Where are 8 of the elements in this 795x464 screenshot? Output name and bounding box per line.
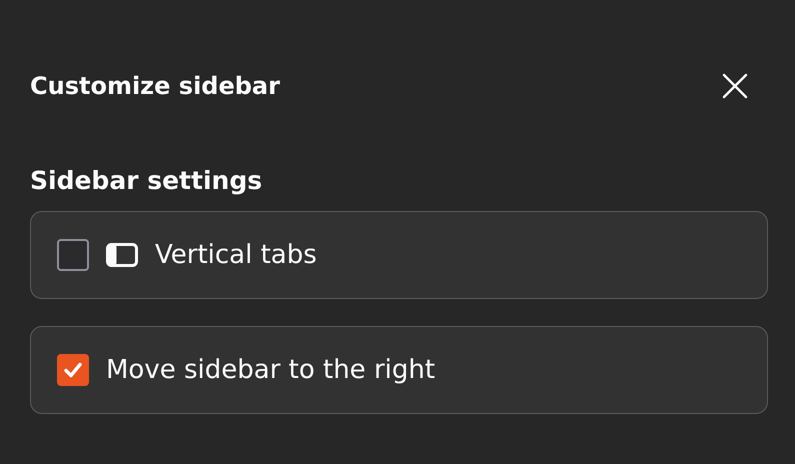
checkbox[interactable] <box>57 354 89 386</box>
sidebar-icon <box>106 243 138 267</box>
checkbox[interactable] <box>57 239 89 271</box>
close-icon[interactable] <box>722 73 748 99</box>
option-label: Move sidebar to the right <box>106 355 436 385</box>
option-label: Vertical tabs <box>155 240 317 270</box>
section-heading: Sidebar settings <box>30 166 264 195</box>
dialog-title: Customize sidebar <box>30 72 280 100</box>
